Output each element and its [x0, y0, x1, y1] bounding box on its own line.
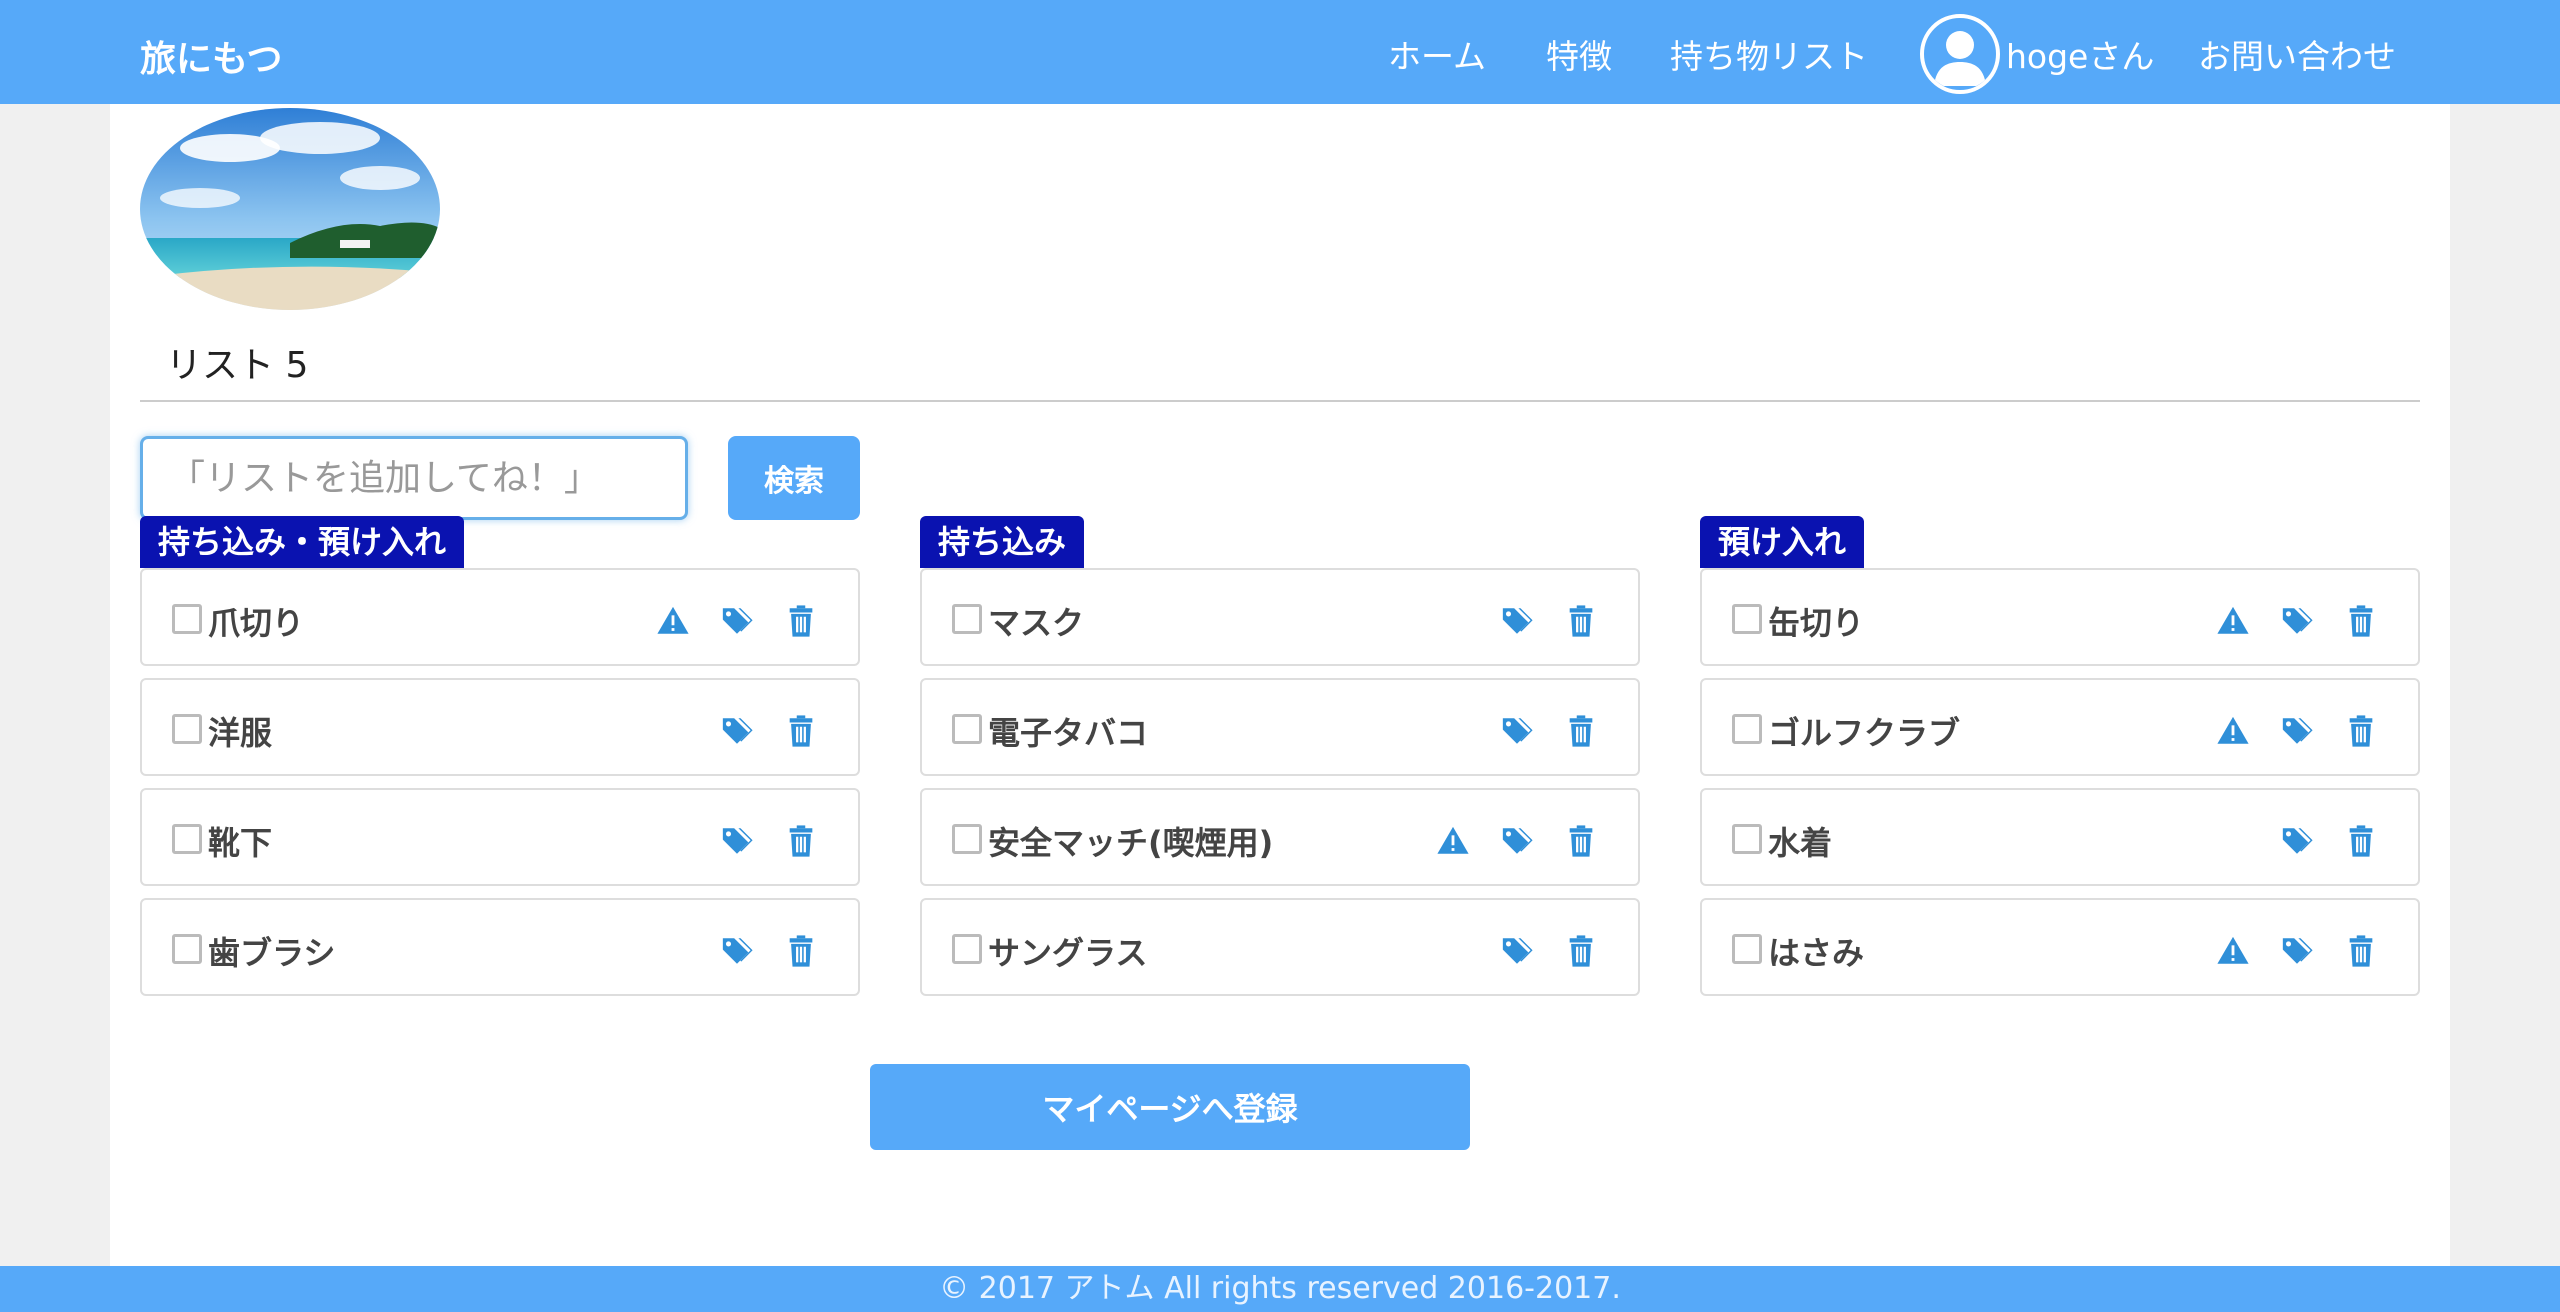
trash-icon[interactable]: [2344, 714, 2378, 748]
tag-icon[interactable]: [1500, 604, 1534, 638]
divider: [140, 400, 2420, 402]
checkbox-icon[interactable]: [1732, 824, 1762, 854]
item-label: 洋服: [208, 714, 273, 752]
list-item: 爪切り: [140, 568, 860, 666]
list-item: はさみ: [1700, 898, 2420, 996]
checkbox-icon[interactable]: [952, 604, 982, 634]
navbar: 旅にもつ ホーム 特徴 持ち物リスト hogeさん お問い合わせ: [0, 0, 2560, 104]
list-item: 電子タバコ: [920, 678, 1640, 776]
item-label: 安全マッチ(喫煙用): [988, 824, 1274, 862]
checkbox-icon[interactable]: [1732, 934, 1762, 964]
item-label: マスク: [988, 604, 1085, 642]
checkbox-icon[interactable]: [172, 824, 202, 854]
nav-home[interactable]: ホーム: [1388, 30, 1486, 78]
item-label: 靴下: [208, 824, 273, 862]
trash-icon[interactable]: [1564, 714, 1598, 748]
column-carry-on: 持ち込み マスク 電子タバコ 安全マッチ(喫煙用) サングラス: [920, 516, 1640, 1008]
nav-packing-list[interactable]: 持ち物リスト: [1670, 30, 1868, 78]
trash-icon[interactable]: [784, 934, 818, 968]
footer: © 2017 アトム All rights reserved 2016-2017…: [0, 1266, 2560, 1312]
tag-icon[interactable]: [720, 824, 754, 858]
brand-logo[interactable]: 旅にもつ: [140, 30, 283, 82]
trash-icon[interactable]: [784, 714, 818, 748]
trash-icon[interactable]: [1564, 934, 1598, 968]
item-label: はさみ: [1768, 934, 1865, 972]
list-item: 水着: [1700, 788, 2420, 886]
trash-icon[interactable]: [2344, 824, 2378, 858]
column-checked: 預け入れ 缶切り ゴルフクラブ 水着 はさみ: [1700, 516, 2420, 1008]
checkbox-icon[interactable]: [1732, 604, 1762, 634]
checkbox-icon[interactable]: [952, 934, 982, 964]
list-item: 安全マッチ(喫煙用): [920, 788, 1640, 886]
tag-icon[interactable]: [2280, 714, 2314, 748]
tag-icon[interactable]: [720, 714, 754, 748]
checkbox-icon[interactable]: [172, 714, 202, 744]
warning-icon[interactable]: [2216, 714, 2250, 748]
nav-features[interactable]: 特徴: [1546, 30, 1612, 78]
add-item-input[interactable]: [140, 436, 688, 520]
tag-icon[interactable]: [2280, 824, 2314, 858]
checkbox-icon[interactable]: [172, 604, 202, 634]
nav-contact[interactable]: お問い合わせ: [2198, 30, 2396, 78]
tag-icon[interactable]: [1500, 934, 1534, 968]
item-label: サングラス: [988, 934, 1148, 972]
tag-icon[interactable]: [2280, 604, 2314, 638]
tag-icon[interactable]: [720, 604, 754, 638]
column-tag: 持ち込み・預け入れ: [140, 516, 465, 568]
list-item: サングラス: [920, 898, 1640, 996]
user-icon[interactable]: [1920, 14, 2000, 94]
checkbox-icon[interactable]: [952, 714, 982, 744]
item-label: 爪切り: [208, 604, 305, 642]
list-item: 洋服: [140, 678, 860, 776]
warning-icon[interactable]: [2216, 934, 2250, 968]
search-button[interactable]: 検索: [728, 436, 860, 520]
list-item: 歯ブラシ: [140, 898, 860, 996]
list-title: リスト 5: [166, 345, 309, 386]
tag-icon[interactable]: [2280, 934, 2314, 968]
column-tag: 預け入れ: [1700, 516, 1865, 568]
warning-icon[interactable]: [1436, 824, 1470, 858]
column-tag: 持ち込み: [920, 516, 1085, 568]
list-item: ゴルフクラブ: [1700, 678, 2420, 776]
tag-icon[interactable]: [1500, 824, 1534, 858]
list-item: 缶切り: [1700, 568, 2420, 666]
trash-icon[interactable]: [784, 824, 818, 858]
register-mypage-button[interactable]: マイページへ登録: [870, 1064, 1470, 1150]
tag-icon[interactable]: [1500, 714, 1534, 748]
list-item: マスク: [920, 568, 1640, 666]
nav-user[interactable]: hogeさん: [2006, 30, 2154, 78]
column-carry-and-checked: 持ち込み・預け入れ 爪切り 洋服 靴下 歯ブラシ: [140, 516, 860, 1008]
trash-icon[interactable]: [1564, 824, 1598, 858]
item-label: ゴルフクラブ: [1768, 714, 1961, 752]
trash-icon[interactable]: [784, 604, 818, 638]
item-label: 歯ブラシ: [208, 934, 336, 972]
item-label: 水着: [1768, 824, 1833, 862]
trash-icon[interactable]: [2344, 604, 2378, 638]
hero-beach-image: [140, 108, 440, 310]
tag-icon[interactable]: [720, 934, 754, 968]
checkbox-icon[interactable]: [172, 934, 202, 964]
checkbox-icon[interactable]: [952, 824, 982, 854]
item-label: 電子タバコ: [988, 714, 1149, 752]
warning-icon[interactable]: [656, 604, 690, 638]
trash-icon[interactable]: [1564, 604, 1598, 638]
trash-icon[interactable]: [2344, 934, 2378, 968]
checkbox-icon[interactable]: [1732, 714, 1762, 744]
item-label: 缶切り: [1768, 604, 1865, 642]
warning-icon[interactable]: [2216, 604, 2250, 638]
list-item: 靴下: [140, 788, 860, 886]
